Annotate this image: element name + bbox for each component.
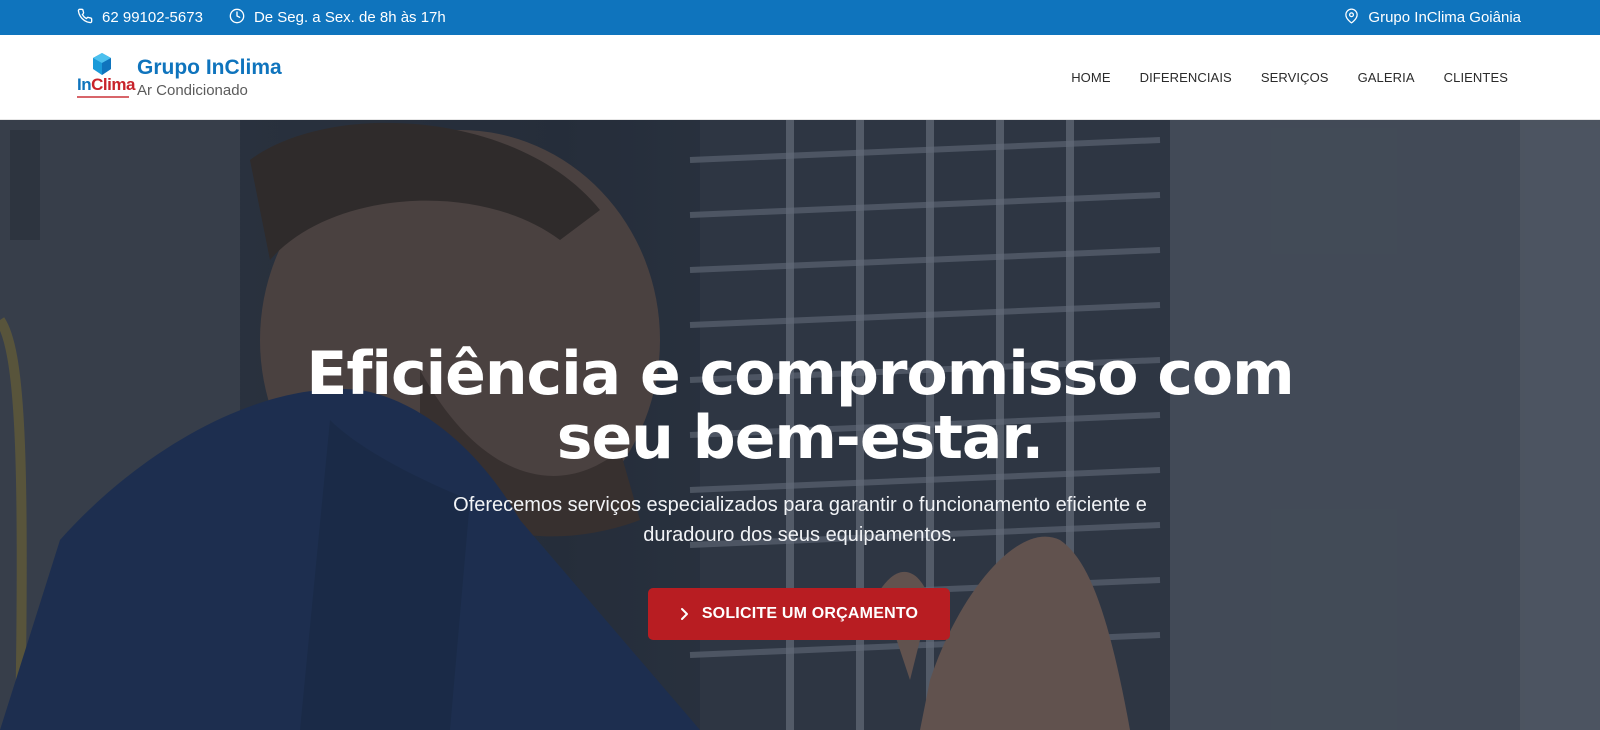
brand-title: Grupo InClima (137, 56, 282, 79)
hours-info: De Seg. a Sex. de 8h às 17h (229, 8, 446, 28)
phone-number: 62 99102-5673 (102, 9, 203, 26)
chevron-right-icon (680, 608, 688, 620)
location-info[interactable]: Grupo InClima Goiânia (1344, 0, 1521, 35)
logo-in-text: In (77, 75, 92, 94)
nav-item-diferenciais[interactable]: DIFERENCIAIS (1140, 70, 1232, 85)
hero-description: Oferecemos serviços especializados para … (453, 494, 1147, 546)
phone-info[interactable]: 62 99102-5673 (77, 8, 203, 28)
logo-clima-text: Clima (91, 75, 135, 94)
contact-info: 62 99102-5673 De Seg. a Sex. de 8h às 17… (77, 0, 472, 35)
phone-icon (77, 8, 102, 28)
clock-icon (229, 8, 254, 28)
brand-text: Grupo InClima Ar Condicionado (137, 56, 282, 102)
top-info-bar: 62 99102-5673 De Seg. a Sex. de 8h às 17… (0, 0, 1600, 35)
logo-wordmark: InClima (77, 76, 135, 93)
main-nav: HOME DIFERENCIAIS SERVIÇOS GALERIA CLIEN… (1071, 35, 1508, 120)
request-quote-button[interactable]: SOLICITE UM ORÇAMENTO (648, 588, 950, 640)
nav-item-servicos[interactable]: SERVIÇOS (1261, 70, 1329, 85)
nav-item-clientes[interactable]: CLIENTES (1444, 70, 1508, 85)
business-hours: De Seg. a Sex. de 8h às 17h (253, 9, 446, 26)
request-quote-label: SOLICITE UM ORÇAMENTO (701, 605, 919, 622)
hero-title: Eficiência e compromisso com seu bem-est… (306, 339, 1294, 473)
map-pin-icon (1344, 8, 1368, 28)
inclima-logo: InClima (77, 53, 135, 105)
nav-item-galeria[interactable]: GALERIA (1358, 70, 1415, 85)
hero-section: Eficiência e compromisso com seu bem-est… (0, 120, 1600, 730)
nav-item-home[interactable]: HOME (1071, 70, 1110, 85)
hero-content: Eficiência e compromisso com seu bem-est… (0, 120, 1600, 730)
brand-link[interactable]: InClima Grupo InClima Ar Condicionado (77, 53, 282, 105)
site-header: InClima Grupo InClima Ar Condicionado HO… (0, 35, 1600, 120)
logo-tagline-mark (77, 96, 129, 98)
location-label: Grupo InClima Goiânia (1368, 9, 1521, 26)
brand-subtitle: Ar Condicionado (137, 82, 248, 99)
cube-logo-icon (93, 53, 111, 75)
